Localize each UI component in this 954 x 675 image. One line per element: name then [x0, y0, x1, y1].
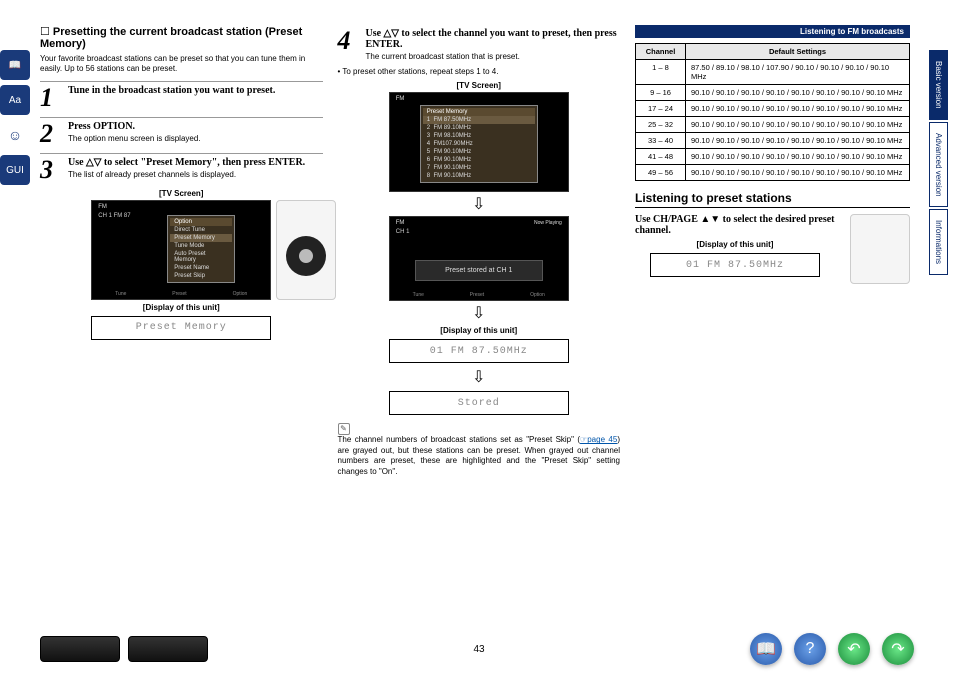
default-settings-table: ChannelDefault Settings 1 – 887.50 / 89.… — [635, 43, 910, 181]
unit-display: Preset Memory — [91, 316, 271, 340]
forward-button[interactable]: ↷ — [882, 633, 914, 665]
step-2: 2 Press OPTION. The option menu screen i… — [40, 117, 323, 147]
book-icon[interactable]: 📖 — [0, 50, 30, 80]
step-3: 3 Use △▽ to select "Preset Memory", then… — [40, 153, 323, 183]
repeat-note: • To preset other stations, repeat steps… — [338, 67, 621, 77]
page-link[interactable]: ☞page 45 — [580, 435, 617, 444]
tab-basic[interactable]: Basic version — [929, 50, 948, 120]
tv-screen-preset-list: FM Preset Memory 1 FM 87.50MHz 2 FM 89.1… — [389, 92, 569, 192]
unit-display: 01 FM 87.50MHz — [650, 253, 820, 277]
remote-illustration — [276, 200, 336, 300]
header-breadcrumb: Listening to FM broadcasts — [635, 25, 910, 38]
column-1: Presetting the current broadcast station… — [40, 25, 323, 585]
device-front-button[interactable] — [40, 636, 120, 662]
down-arrow-icon: ⇩ — [338, 303, 621, 323]
step-4: 4 Use △▽ to select the channel you want … — [338, 25, 621, 61]
tab-informations[interactable]: Informations — [929, 209, 948, 275]
step-1: 1 Tune in the broadcast station you want… — [40, 81, 323, 111]
step-num: 2 — [40, 121, 62, 147]
display-unit-label: [Display of this unit] — [40, 303, 323, 312]
chpage-instruction: Use CH/PAGE ▲▼ to select the desired pre… — [635, 214, 835, 236]
pencil-icon: ✎ — [338, 423, 350, 435]
section-desc: Your favorite broadcast stations can be … — [40, 54, 323, 75]
gui-icon[interactable]: GUI — [0, 155, 30, 185]
display-unit-label: [Display of this unit] — [635, 240, 835, 249]
step-sub: The option menu screen is displayed. — [68, 134, 323, 143]
unit-display-stored: Stored — [389, 391, 569, 415]
preset-skip-note: ✎ The channel numbers of broadcast stati… — [338, 423, 621, 477]
column-2: 4 Use △▽ to select the channel you want … — [338, 25, 621, 585]
step-num: 1 — [40, 85, 62, 111]
section-title: Presetting the current broadcast station… — [40, 25, 323, 50]
tab-advanced[interactable]: Advanced version — [929, 122, 948, 208]
right-tabs: Basic version Advanced version Informati… — [929, 50, 954, 277]
left-icon-rail: 📖 Aa ☺ GUI — [0, 50, 35, 185]
down-arrow-icon: ⇩ — [338, 367, 621, 387]
step-sub: The list of already preset channels is d… — [68, 170, 323, 179]
page-number: 43 — [473, 644, 484, 655]
step-title: Press OPTION. — [68, 121, 323, 132]
step-title: Tune in the broadcast station you want t… — [68, 85, 323, 96]
step-title: Use △▽ to select the channel you want to… — [366, 28, 621, 50]
tv-screen-label: [TV Screen] — [40, 189, 323, 198]
device-rear-button[interactable] — [128, 636, 208, 662]
tv-screen-stored: FMNow Playing CH 1 Preset stored at CH 1… — [389, 216, 569, 301]
tv-screen-label: [TV Screen] — [338, 81, 621, 90]
down-arrow-icon: ⇩ — [338, 194, 621, 214]
back-button[interactable]: ↶ — [838, 633, 870, 665]
aa-icon[interactable]: Aa — [0, 85, 30, 115]
step-sub: The current broadcast station that is pr… — [366, 52, 621, 61]
step-num: 4 — [338, 28, 360, 61]
remote-illustration — [850, 214, 910, 284]
step-num: 3 — [40, 157, 62, 183]
column-3: Listening to FM broadcasts ChannelDefaul… — [635, 25, 910, 585]
bottom-nav: 43 📖 ? ↶ ↷ — [40, 633, 914, 665]
tv-screen-option-menu: FM CH 1 FM 87 Option Direct Tune Preset … — [91, 200, 271, 300]
step-title: Use △▽ to select "Preset Memory", then p… — [68, 157, 323, 168]
section-title-preset: Listening to preset stations — [635, 191, 910, 208]
help-button[interactable]: ? — [794, 633, 826, 665]
home-button[interactable]: 📖 — [750, 633, 782, 665]
display-unit-label: [Display of this unit] — [338, 326, 621, 335]
unit-display: 01 FM 87.50MHz — [389, 339, 569, 363]
